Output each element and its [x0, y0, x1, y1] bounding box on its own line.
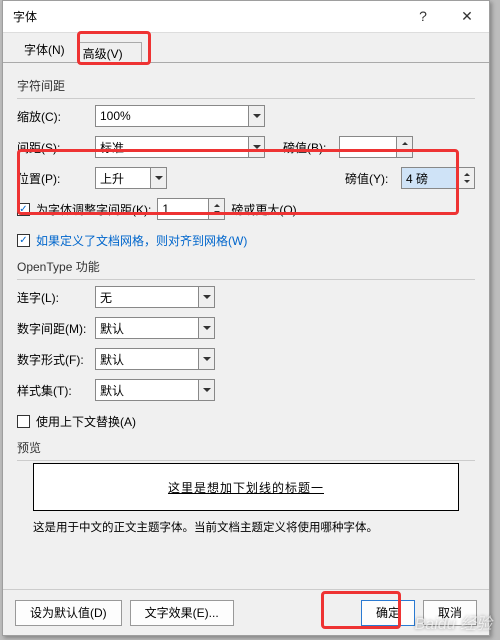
spacing-pt-spin[interactable]: [339, 136, 413, 158]
set-default-button[interactable]: 设为默认值(D): [15, 600, 122, 626]
chevron-down-icon: [198, 287, 214, 307]
preview-legend: 预览: [17, 439, 475, 456]
form-select[interactable]: 默认: [95, 348, 215, 370]
lig-label: 连字(L):: [17, 289, 95, 306]
chevron-down-icon: [198, 349, 214, 369]
help-button[interactable]: ?: [401, 1, 445, 32]
close-button[interactable]: ✕: [445, 1, 489, 32]
cancel-button[interactable]: 取消: [423, 600, 477, 626]
checkbox-icon: [17, 415, 30, 428]
ot-legend: OpenType 功能: [17, 258, 475, 275]
titlebar: 字体 ? ✕: [3, 1, 489, 33]
position-pt-label: 磅值(Y):: [345, 170, 401, 187]
ctx-check[interactable]: 使用上下文替换(A): [17, 413, 136, 430]
chevron-down-icon: [198, 380, 214, 400]
position-pt-spin[interactable]: 4 磅: [401, 167, 475, 189]
dialog-title: 字体: [13, 8, 401, 25]
kern-spin[interactable]: 1: [157, 198, 225, 220]
chevron-down-icon: [198, 318, 214, 338]
preview-note: 这是用于中文的正文主题字体。当前文档主题定义将使用哪种字体。: [17, 517, 475, 537]
lig-select[interactable]: 无: [95, 286, 215, 308]
preview-box: 这里是想加下划线的标题一: [33, 463, 459, 511]
grid-check[interactable]: ✓如果定义了文档网格，则对齐到网格(W): [17, 232, 247, 249]
scale-label: 缩放(C):: [17, 108, 95, 125]
spacing-legend: 字符间距: [17, 77, 475, 94]
spacing-pt-label: 磅值(B):: [283, 139, 339, 156]
tab-strip: 字体(N) 高级(V): [3, 33, 489, 63]
font-dialog: 字体 ? ✕ 字体(N) 高级(V) 字符间距 缩放(C): 100% 间距(S…: [2, 0, 490, 636]
position-label: 位置(P):: [17, 170, 95, 187]
kern-check[interactable]: ✓为字体调整字间距(K):: [17, 201, 151, 218]
spacing-select[interactable]: 标准: [95, 136, 265, 158]
scale-select[interactable]: 100%: [95, 105, 265, 127]
text-effects-button[interactable]: 文字效果(E)...: [130, 600, 234, 626]
tab-font[interactable]: 字体(N): [11, 35, 78, 63]
nums-label: 数字间距(M):: [17, 320, 95, 337]
position-select[interactable]: 上升: [95, 167, 167, 189]
checkbox-icon: ✓: [17, 203, 30, 216]
tab-advanced[interactable]: 高级(V): [78, 42, 142, 64]
nums-select[interactable]: 默认: [95, 317, 215, 339]
chevron-down-icon: [248, 137, 264, 157]
chevron-down-icon: [150, 168, 166, 188]
sset-label: 样式集(T):: [17, 382, 95, 399]
chevron-down-icon: [248, 106, 264, 126]
ok-button[interactable]: 确定: [361, 600, 415, 626]
kern-suffix: 磅或更大(O): [231, 201, 296, 218]
form-label: 数字形式(F):: [17, 351, 95, 368]
content: 字符间距 缩放(C): 100% 间距(S): 标准 磅值(B): 位置(P):…: [3, 63, 489, 537]
checkbox-icon: ✓: [17, 234, 30, 247]
button-bar: 设为默认值(D) 文字效果(E)... 确定 取消: [3, 589, 489, 635]
spacing-label: 间距(S):: [17, 139, 95, 156]
sset-select[interactable]: 默认: [95, 379, 215, 401]
